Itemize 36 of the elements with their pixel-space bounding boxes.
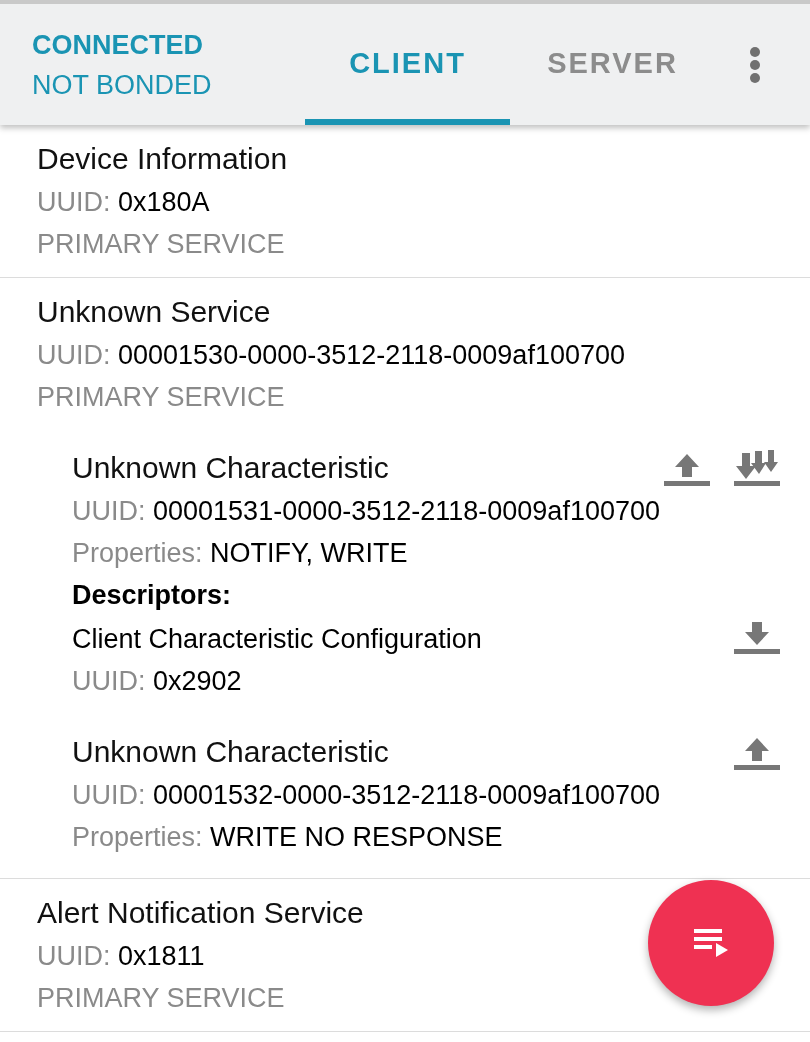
- menu-icon: [749, 46, 761, 83]
- tab[interactable]: CLIENT: [305, 4, 510, 125]
- characteristic-name: Unknown Characteristic: [72, 735, 389, 768]
- properties-label: Properties:: [72, 538, 203, 568]
- overflow-menu-button[interactable]: [748, 44, 762, 85]
- uuid-label: UUID:: [37, 340, 111, 370]
- uuid-value: 0x1811: [118, 941, 205, 971]
- properties-value: NOTIFY, WRITE: [210, 538, 408, 568]
- service-name: Device Information: [37, 142, 288, 175]
- service-name: Unknown Service: [37, 295, 271, 328]
- uuid-value: 0x180A: [118, 187, 210, 217]
- characteristic-name: Unknown Characteristic: [72, 451, 389, 484]
- uuid-value: 0x2902: [153, 666, 242, 696]
- service-type: PRIMARY SERVICE: [37, 983, 285, 1013]
- floating-action-button[interactable]: [648, 880, 774, 1006]
- uuid-value: 00001532-0000-3512-2118-0009af100700: [153, 780, 660, 810]
- connection-status: CONNECTED: [32, 29, 203, 60]
- bond-status: NOT BONDED: [32, 69, 212, 100]
- uuid-value: 00001530-0000-3512-2118-0009af100700: [118, 340, 625, 370]
- triple-down-arrow-button[interactable]: [734, 448, 780, 488]
- uuid-label: UUID:: [37, 941, 111, 971]
- properties-value: WRITE NO RESPONSE: [210, 822, 503, 852]
- tab[interactable]: SERVER: [510, 4, 715, 125]
- uuid-label: UUID:: [72, 780, 146, 810]
- service-name: Alert Notification Service: [37, 896, 364, 929]
- triple-down-arrow-icon: [734, 450, 780, 486]
- playlist-play-icon: [694, 929, 728, 957]
- descriptor-name: Client Characteristic Configuration: [72, 624, 482, 654]
- service-type: PRIMARY SERVICE: [37, 229, 285, 259]
- properties-label: Properties:: [72, 822, 203, 852]
- uuid-label: UUID:: [37, 187, 111, 217]
- uuid-value: 00001531-0000-3512-2118-0009af100700: [153, 496, 660, 526]
- service-type: PRIMARY SERVICE: [37, 382, 285, 412]
- descriptors-heading: Descriptors:: [72, 580, 232, 610]
- uuid-label: UUID:: [72, 496, 146, 526]
- uuid-label: UUID:: [72, 666, 146, 696]
